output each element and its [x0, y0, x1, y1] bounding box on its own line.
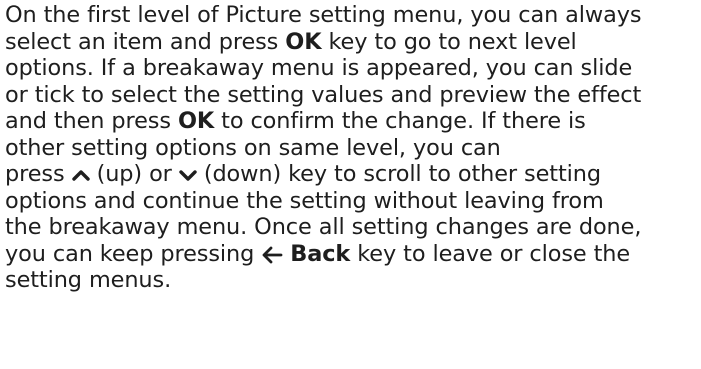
- text-line: or tick to select the setting values and…: [5, 81, 642, 108]
- text-span: to confirm the change. If there is: [214, 108, 586, 134]
- instruction-paragraph: On the first level of Picture setting me…: [5, 2, 701, 294]
- chevron-down-icon: [179, 166, 197, 184]
- text-line: On the first level of Picture setting me…: [5, 2, 642, 28]
- text-line: setting menus.: [5, 267, 172, 293]
- ok-key-label: OK: [177, 108, 215, 134]
- text-line: other setting options on same level, you…: [5, 134, 501, 161]
- text-line: you can keep pressing Back key to leave …: [5, 241, 701, 268]
- text-span: you can keep pressing: [5, 240, 262, 267]
- text-span: key to go to next level: [321, 28, 577, 55]
- text-line: the breakaway menu. Once all setting cha…: [5, 214, 642, 240]
- text-line: select an item and press OK key to go to…: [5, 29, 701, 56]
- text-line: options. If a breakaway menu is appeared…: [5, 55, 633, 81]
- text-span: (down) key to scroll to other setting: [196, 161, 601, 187]
- text-line: options and continue the setting without…: [5, 187, 604, 214]
- text-span: and then press: [5, 108, 178, 134]
- text-span: select an item and press: [5, 28, 286, 55]
- text-line: and then press OK to confirm the change.…: [5, 108, 701, 135]
- text-span: press: [5, 161, 72, 187]
- text-span: key to leave or close the: [350, 240, 631, 267]
- chevron-up-icon: [71, 166, 90, 184]
- text-span: (up) or: [89, 161, 179, 187]
- back-key-label: Back: [290, 240, 351, 267]
- ok-key-label: OK: [285, 28, 322, 55]
- text-line: press (up) or (down) key to scroll to ot…: [5, 161, 701, 188]
- arrow-left-icon: [261, 246, 283, 264]
